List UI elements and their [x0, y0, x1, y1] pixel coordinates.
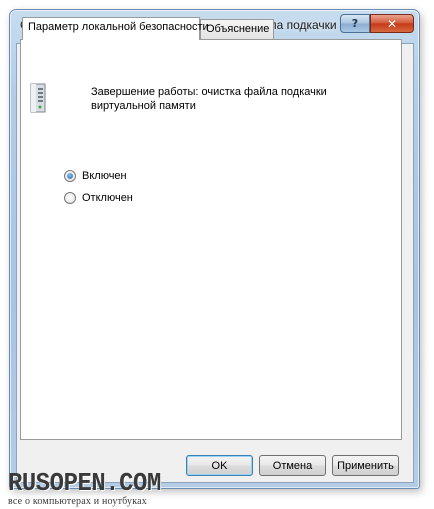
cancel-button[interactable]: Отмена — [259, 455, 326, 476]
tab-explain[interactable]: Объяснение — [200, 19, 274, 39]
policy-title: Завершение работы: очистка файла подкачк… — [91, 86, 327, 112]
apply-button[interactable]: Применить — [332, 455, 399, 476]
close-button[interactable]: ✕ — [370, 14, 414, 33]
server-policy-icon — [30, 83, 46, 113]
radio-disabled-label: Отключен — [82, 192, 133, 204]
radio-enabled[interactable]: Включен — [64, 170, 127, 182]
radio-enabled-indicator[interactable] — [64, 170, 76, 182]
radio-disabled[interactable]: Отключен — [64, 192, 133, 204]
help-button[interactable]: ? — [340, 14, 370, 33]
radio-disabled-indicator[interactable] — [64, 192, 76, 204]
radio-selected-dot — [67, 173, 73, 179]
ok-button[interactable]: OK — [186, 455, 253, 476]
radio-enabled-label: Включен — [82, 170, 127, 182]
tab-local-security-setting[interactable]: Параметр локальной безопасности — [22, 17, 209, 40]
site-watermark: RUSOPEN.COM все о компьютерах и ноутбука… — [8, 468, 174, 507]
watermark-logo: RUSOPEN.COM — [8, 468, 161, 498]
